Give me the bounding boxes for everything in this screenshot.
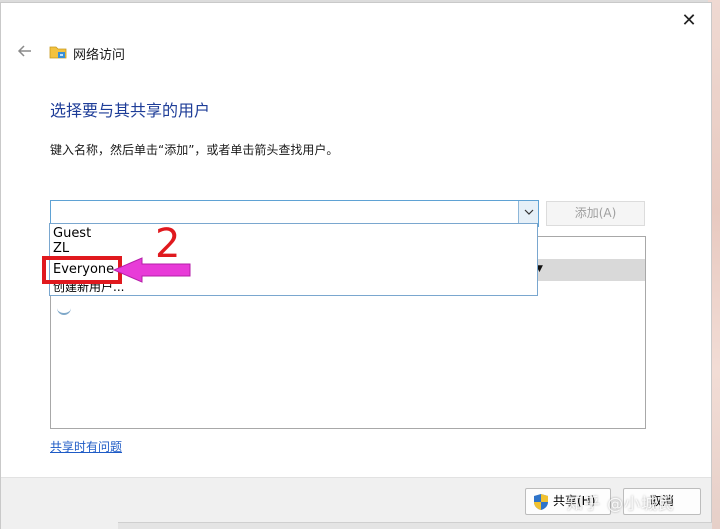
annotation-highlight-box bbox=[42, 256, 122, 284]
uac-shield-icon bbox=[534, 494, 548, 510]
chevron-down-icon bbox=[524, 209, 533, 215]
close-icon: ✕ bbox=[681, 10, 697, 31]
add-button[interactable]: 添加(A) bbox=[546, 201, 645, 226]
network-folder-icon bbox=[49, 46, 67, 59]
dropdown-item-guest[interactable]: Guest bbox=[53, 226, 91, 241]
instruction-text: 键入名称，然后单击“添加”，或者单击箭头查找用户。 bbox=[50, 143, 339, 157]
permission-cell[interactable] bbox=[531, 259, 645, 281]
background-window-strip-bottom bbox=[118, 522, 712, 529]
close-button[interactable]: ✕ bbox=[675, 9, 703, 33]
sharing-help-link[interactable]: 共享时有问题 bbox=[50, 438, 122, 455]
window-title: 网络访问 bbox=[73, 48, 126, 63]
user-avatar-icon bbox=[57, 305, 71, 315]
watermark-text: 知乎 @小城民 bbox=[567, 494, 676, 513]
back-arrow-icon[interactable] bbox=[15, 41, 35, 61]
dropdown-item-zl[interactable]: ZL bbox=[53, 241, 69, 256]
annotation-arrow-icon bbox=[112, 257, 191, 283]
page-heading: 选择要与其共享的用户 bbox=[50, 101, 211, 120]
